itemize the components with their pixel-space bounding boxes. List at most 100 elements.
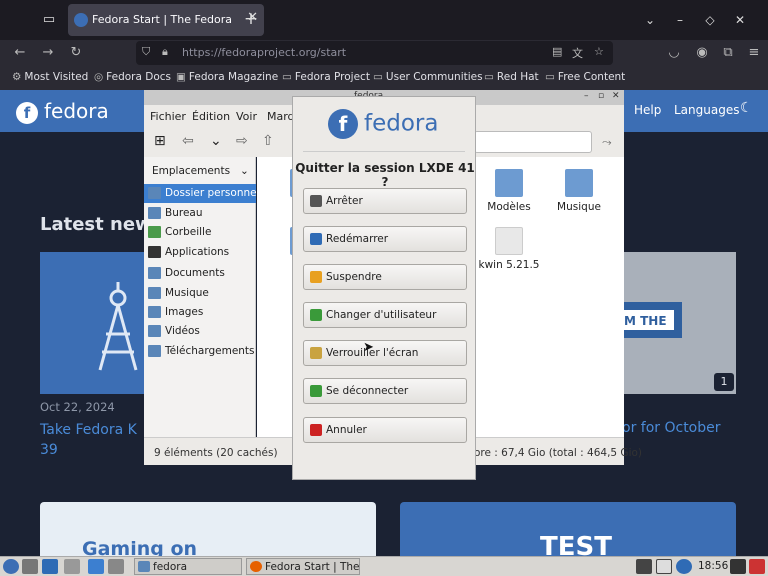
sidebar-item-pictures[interactable]: Images — [144, 303, 256, 322]
minimize-icon[interactable]: – — [584, 91, 589, 101]
browser-launcher-icon[interactable] — [42, 559, 58, 574]
divider — [303, 151, 465, 152]
show-desktop-icon[interactable] — [64, 559, 80, 574]
workspace-2-icon[interactable] — [108, 559, 124, 574]
task-firefox[interactable]: Fedora Start | The... — [246, 558, 360, 575]
browser-nav-bar: ← → ↻ ⛉ 🔒︎ https://fedoraproject.org/sta… — [0, 40, 768, 66]
bookmark-free-content[interactable]: ▭ Free Content — [545, 71, 625, 83]
dark-mode-moon-icon[interactable]: ☾ — [740, 100, 753, 116]
active-tab[interactable]: Fedora Start | The Fedora ✕ — [68, 4, 264, 36]
url-bar[interactable]: ⛉ 🔒︎ https://fedoraproject.org/start ▤ 文… — [136, 41, 613, 65]
menu-icon[interactable]: ≡ — [744, 43, 764, 63]
menu-edition[interactable]: Édition — [192, 110, 230, 123]
bookmark-star-icon[interactable]: ☆ — [594, 45, 604, 58]
menu-marque-pages[interactable]: Marq — [267, 110, 295, 123]
path-jump-icon[interactable]: ⤳ — [602, 135, 612, 150]
sidebar-item-downloads[interactable]: Téléchargements — [144, 342, 256, 361]
logout-icon[interactable] — [749, 559, 765, 574]
forward-icon[interactable]: ⇨ — [236, 133, 248, 149]
lock-icon[interactable] — [730, 559, 746, 574]
nav-languages-link[interactable]: Languages — [674, 103, 739, 117]
fedora-menu-icon[interactable] — [3, 559, 19, 574]
videos-folder-icon — [148, 325, 161, 337]
downloads-folder-icon — [148, 345, 161, 357]
up-icon[interactable]: ⇧ — [262, 133, 274, 149]
switch-user-button[interactable]: Changer d'utilisateur — [303, 302, 467, 328]
back-icon[interactable]: ⇦ — [182, 133, 194, 149]
cancel-x-icon — [310, 424, 322, 436]
minimize-icon[interactable]: – — [670, 10, 690, 30]
bookmark-user-communities[interactable]: ▭ User Communities — [373, 71, 483, 83]
clock[interactable]: 18:56 — [698, 560, 728, 572]
forward-icon[interactable]: → — [38, 43, 58, 63]
sidebar-item-desktop[interactable]: Bureau — [144, 204, 256, 223]
news-story-link[interactable]: Take Fedora K 39 — [40, 420, 150, 460]
sidebar-item-home[interactable]: Dossier personnel — [144, 184, 260, 203]
power-icon — [310, 195, 322, 207]
status-free-space: ore : 67,4 Gio (total : 464,5 Gio) — [474, 447, 643, 459]
sidebar-item-music[interactable]: Musique — [144, 284, 256, 303]
browser-tab-bar: ▭ Fedora Start | The Fedora ✕ + ⌄ – ◇ ✕ — [0, 0, 768, 40]
chevron-down-icon[interactable]: ⌄ — [240, 165, 249, 177]
file-item[interactable]: kwin 5.21.5 — [474, 227, 544, 271]
maximize-icon[interactable]: ▫ — [598, 91, 604, 101]
translate-icon[interactable]: 文 — [572, 45, 583, 61]
close-window-icon[interactable]: ✕ — [730, 10, 750, 30]
extensions-icon[interactable]: ⧉ — [718, 43, 738, 63]
back-icon[interactable]: ← — [10, 43, 30, 63]
bookmark-fedora-magazine[interactable]: ▣ Fedora Magazine — [176, 71, 278, 83]
sidebar-header[interactable]: Emplacements — [152, 165, 230, 177]
pocket-icon[interactable]: ◡ — [664, 43, 684, 63]
shutdown-button[interactable]: Arrêter — [303, 188, 467, 214]
news-card-image[interactable] — [40, 252, 144, 394]
sidebar-item-applications[interactable]: Applications — [144, 243, 256, 262]
file-item[interactable]: Musique — [544, 169, 614, 213]
bookmark-most-visited[interactable]: ⚙ Most Visited — [12, 71, 88, 83]
path-bar[interactable] — [474, 131, 592, 153]
menu-voir[interactable]: Voir — [236, 110, 257, 123]
folder-icon: ▭ — [545, 71, 555, 83]
magazine-icon: ▣ — [176, 71, 186, 83]
file-manager-launcher-icon[interactable] — [22, 559, 38, 574]
reboot-button[interactable]: Redémarrer — [303, 226, 467, 252]
bookmark-red-hat[interactable]: ▭ Red Hat — [484, 71, 539, 83]
signal-icon[interactable] — [636, 559, 652, 574]
globe-icon: ◎ — [94, 71, 104, 83]
cancel-button[interactable]: Annuler — [303, 417, 467, 443]
fedora-logo[interactable]: f fedora — [16, 99, 109, 124]
bookmark-fedora-docs[interactable]: ◎ Fedora Docs — [94, 71, 171, 83]
logout-button[interactable]: Se déconnecter — [303, 378, 467, 404]
tab-list-icon[interactable]: ▭ — [38, 10, 60, 30]
maximize-icon[interactable]: ◇ — [700, 10, 720, 30]
sidebar-item-trash[interactable]: Corbeille — [144, 223, 256, 242]
suspend-button[interactable]: Suspendre — [303, 264, 467, 290]
new-tab-icon[interactable]: ⊞ — [154, 133, 166, 149]
account-icon[interactable]: ◉ — [692, 43, 712, 63]
chevron-down-icon[interactable]: ⌄ — [210, 133, 222, 149]
image-count-badge: 1 — [714, 373, 734, 391]
close-window-icon[interactable]: ✕ — [612, 91, 620, 101]
news-story-link-2[interactable]: or for October — [622, 420, 721, 436]
network-icon[interactable] — [676, 559, 692, 574]
workspace-1-icon[interactable] — [88, 559, 104, 574]
reader-view-icon[interactable]: ▤ — [552, 45, 562, 58]
task-file-manager[interactable]: fedora — [134, 558, 242, 575]
nav-help-link[interactable]: Help — [634, 103, 661, 117]
fedora-logo: f fedora — [328, 109, 438, 139]
reload-icon[interactable]: ↻ — [66, 43, 86, 63]
bookmark-fedora-project[interactable]: ▭ Fedora Project — [282, 71, 370, 83]
menu-fichier[interactable]: Fichier — [150, 110, 186, 123]
shield-icon[interactable]: ⛉ — [142, 45, 150, 59]
new-tab-icon[interactable]: + — [240, 8, 262, 30]
lock-screen-button[interactable]: Verrouiller l'écran — [303, 340, 467, 366]
sidebar-item-documents[interactable]: Documents — [144, 264, 256, 283]
tab-title: Fedora Start | The Fedora — [92, 13, 232, 26]
news-date: Oct 22, 2024 — [40, 400, 115, 414]
sidebar-item-videos[interactable]: Vidéos — [144, 322, 256, 341]
mouse-cursor-icon: ➤ — [363, 340, 374, 355]
mail-icon[interactable] — [656, 559, 672, 574]
lock-icon[interactable]: 🔒︎ — [162, 45, 168, 59]
file-item[interactable]: Modèles — [474, 169, 544, 213]
url-text[interactable]: https://fedoraproject.org/start — [182, 46, 346, 59]
tab-overflow-chevron-icon[interactable]: ⌄ — [640, 10, 660, 30]
